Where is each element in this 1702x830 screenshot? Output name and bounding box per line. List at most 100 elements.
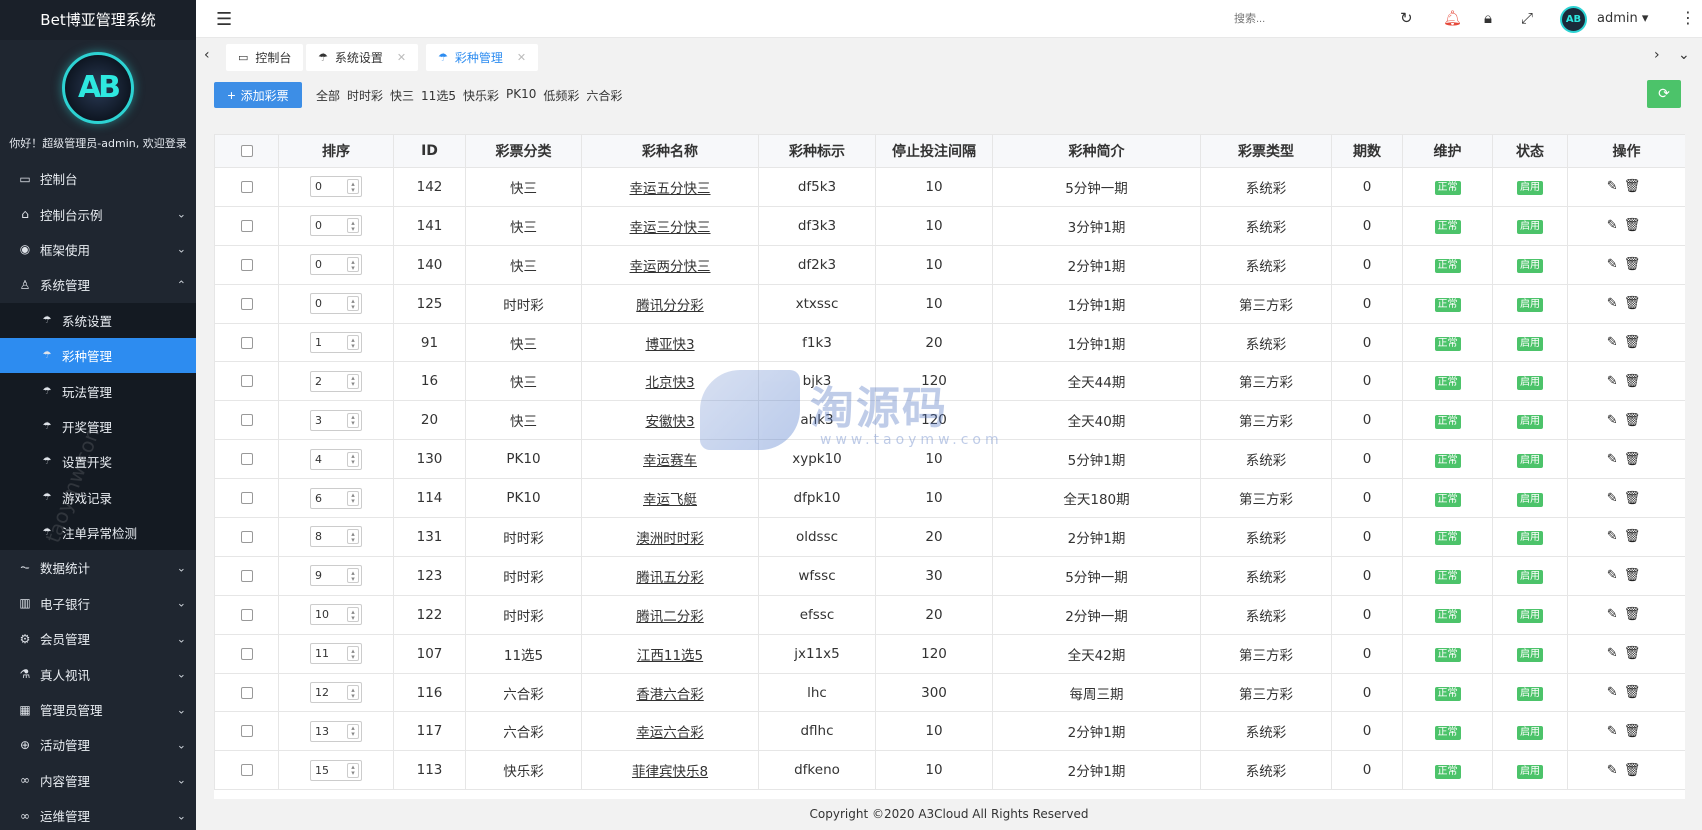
status-badge[interactable]: 启用 (1517, 570, 1543, 585)
trash-icon[interactable]: 🗑︎ (1624, 218, 1647, 233)
row-checkbox[interactable] (240, 725, 253, 738)
stepper-icon[interactable]: ▴ ▾ (347, 296, 359, 312)
filter-link[interactable]: 快三 (390, 87, 414, 104)
sort-order-input[interactable]: 0 ▴ ▾ (310, 215, 362, 237)
lock-icon[interactable]: 🔒︎ (1484, 9, 1492, 27)
status-badge[interactable]: 启用 (1517, 298, 1543, 313)
stepper-icon[interactable]: ▴ ▾ (347, 257, 359, 273)
user-menu[interactable]: admin ▾ (1597, 11, 1648, 26)
sort-order-input[interactable]: 0 ▴ ▾ (310, 293, 362, 315)
maintenance-badge[interactable]: 正常 (1434, 181, 1461, 196)
maintenance-badge[interactable]: 正常 (1434, 725, 1461, 740)
sort-order-input[interactable]: 1 ▴ ▾ (310, 332, 362, 353)
lottery-name-link[interactable]: 安徽快3 (645, 414, 694, 430)
sidebar-item[interactable]: ▭ 控制台 (0, 161, 196, 196)
row-checkbox[interactable] (240, 530, 253, 543)
tab-dropdown-icon[interactable]: ⌄ (1678, 47, 1690, 63)
row-checkbox[interactable] (240, 764, 253, 777)
stepper-icon[interactable]: ▴ ▾ (347, 335, 359, 350)
row-checkbox[interactable] (240, 608, 253, 621)
row-checkbox[interactable] (240, 219, 253, 232)
lottery-name-link[interactable]: 菲律宾快乐8 (632, 764, 708, 780)
stepper-icon[interactable]: ▴ ▾ (347, 529, 359, 545)
lottery-name-link[interactable]: 幸运六合彩 (636, 725, 704, 741)
sort-order-input[interactable]: 15 ▴ ▾ (310, 759, 362, 781)
stepper-icon[interactable]: ▴ ▾ (347, 218, 359, 234)
edit-icon[interactable]: ✎ (1607, 529, 1624, 544)
filter-link[interactable]: 11选5 (421, 87, 456, 104)
sort-order-input[interactable]: 11 ▴ ▾ (310, 643, 362, 665)
status-badge[interactable]: 启用 (1517, 375, 1543, 390)
lottery-name-link[interactable]: 腾讯五分彩 (636, 570, 704, 586)
sidebar-item[interactable]: ◉ 框架使用 ⌄ (0, 232, 196, 267)
sidebar-item[interactable]: ♙ 系统管理 ⌃ (0, 267, 196, 302)
row-checkbox[interactable] (240, 492, 253, 505)
maintenance-badge[interactable]: 正常 (1434, 337, 1461, 351)
sort-order-input[interactable]: 4 ▴ ▾ (310, 448, 362, 470)
row-checkbox[interactable] (240, 686, 253, 699)
status-badge[interactable]: 启用 (1517, 609, 1543, 624)
edit-icon[interactable]: ✎ (1607, 257, 1624, 272)
add-lottery-button[interactable]: + 添加彩票 (214, 82, 302, 108)
trash-icon[interactable]: 🗑︎ (1624, 374, 1647, 389)
status-badge[interactable]: 启用 (1517, 337, 1543, 351)
maintenance-badge[interactable]: 正常 (1434, 220, 1461, 235)
edit-icon[interactable]: ✎ (1607, 607, 1624, 622)
edit-icon[interactable]: ✎ (1607, 218, 1624, 233)
status-badge[interactable]: 启用 (1517, 764, 1543, 779)
bell-icon[interactable]: 🔔︎ (1443, 9, 1462, 27)
trash-icon[interactable]: 🗑︎ (1624, 685, 1647, 700)
trash-icon[interactable]: 🗑︎ (1624, 179, 1647, 194)
trash-icon[interactable]: 🗑︎ (1624, 724, 1647, 739)
tab-item[interactable]: ☂ 彩种管理 ✕ (426, 44, 539, 71)
edit-icon[interactable]: ✎ (1607, 491, 1624, 506)
stepper-icon[interactable]: ▴ ▾ (347, 607, 359, 623)
status-badge[interactable]: 启用 (1517, 220, 1543, 235)
status-badge[interactable]: 启用 (1517, 725, 1543, 740)
row-checkbox[interactable] (240, 297, 253, 310)
sidebar-item[interactable]: ☂ 游戏记录 (0, 479, 196, 515)
stepper-icon[interactable]: ▴ ▾ (347, 762, 359, 778)
edit-icon[interactable]: ✎ (1607, 724, 1624, 739)
sort-order-input[interactable]: 6 ▴ ▾ (310, 487, 362, 509)
close-icon[interactable]: ✕ (517, 51, 526, 64)
edit-icon[interactable]: ✎ (1607, 179, 1624, 194)
tab-scroll-right-icon[interactable]: › (1654, 47, 1660, 63)
sidebar-item[interactable]: ☂ 开奖管理 (0, 408, 196, 445)
trash-icon[interactable]: 🗑︎ (1624, 335, 1647, 350)
tab-scroll-left-icon[interactable]: ‹ (204, 47, 210, 63)
status-badge[interactable]: 启用 (1517, 687, 1543, 702)
status-badge[interactable]: 启用 (1517, 531, 1543, 546)
row-checkbox[interactable] (240, 180, 253, 193)
edit-icon[interactable]: ✎ (1607, 685, 1624, 700)
maintenance-badge[interactable]: 正常 (1434, 531, 1461, 546)
lottery-name-link[interactable]: 江西11选5 (637, 648, 703, 664)
sidebar-item[interactable]: ☂ 设置开奖 (0, 444, 196, 480)
filter-link[interactable]: 全部 (316, 87, 340, 104)
avatar[interactable]: AB (1560, 6, 1587, 33)
maintenance-badge[interactable]: 正常 (1434, 259, 1461, 274)
trash-icon[interactable]: 🗑︎ (1624, 257, 1647, 272)
lottery-name-link[interactable]: 澳洲时时彩 (636, 531, 704, 547)
maintenance-badge[interactable]: 正常 (1434, 414, 1461, 429)
edit-icon[interactable]: ✎ (1607, 646, 1624, 661)
refresh-button[interactable]: ⟳ (1647, 80, 1681, 108)
sidebar-item[interactable]: ▦ 管理员管理 ⌄ (0, 692, 196, 727)
edit-icon[interactable]: ✎ (1607, 335, 1624, 350)
status-badge[interactable]: 启用 (1517, 181, 1543, 196)
lottery-name-link[interactable]: 博亚快3 (645, 337, 694, 353)
search-input[interactable] (1234, 9, 1354, 29)
trash-icon[interactable]: 🗑︎ (1624, 529, 1647, 544)
stepper-icon[interactable]: ▴ ▾ (347, 490, 359, 506)
filter-link[interactable]: 六合彩 (586, 87, 622, 104)
sort-order-input[interactable]: 12 ▴ ▾ (310, 682, 362, 704)
sidebar-item[interactable]: ∞ 运维管理 ⌄ (0, 798, 196, 830)
maintenance-badge[interactable]: 正常 (1434, 570, 1461, 585)
lottery-name-link[interactable]: 幸运赛车 (643, 453, 697, 469)
sort-order-input[interactable]: 0 ▴ ▾ (310, 254, 362, 276)
trash-icon[interactable]: 🗑︎ (1624, 491, 1647, 506)
maintenance-badge[interactable]: 正常 (1434, 609, 1461, 624)
sidebar-item[interactable]: ⌂ 控制台示例 ⌄ (0, 196, 196, 231)
filter-link[interactable]: PK10 (506, 87, 536, 104)
stepper-icon[interactable]: ▴ ▾ (347, 179, 359, 195)
